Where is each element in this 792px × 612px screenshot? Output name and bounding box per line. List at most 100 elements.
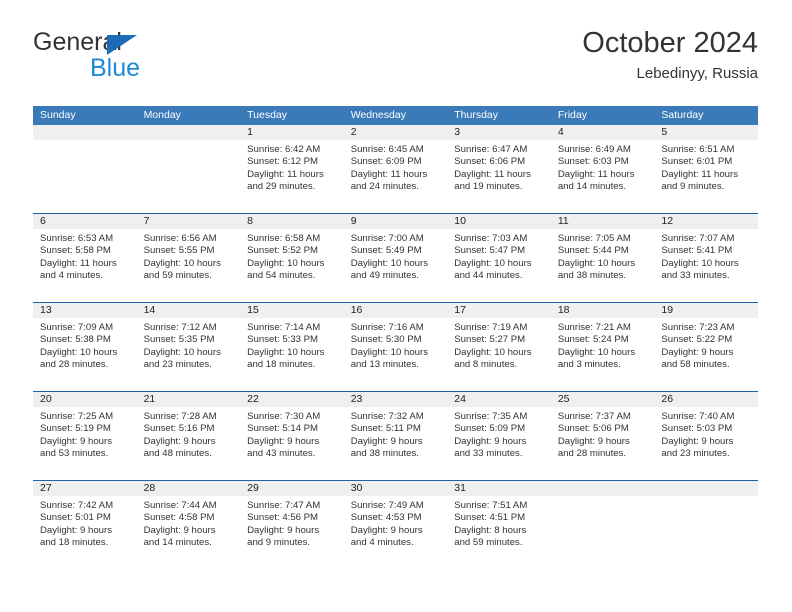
calendar-day-cell[interactable]: 13 Sunrise: 7:09 AM Sunset: 5:38 PM Dayligh… — [33, 302, 137, 392]
general-blue-logo[interactable]: General Blue — [33, 28, 253, 90]
sunset-time: Sunset: 5:41 PM — [661, 245, 733, 257]
day-cell-content: 6 Sunrise: 6:53 AM Sunset: 5:58 PM Daylight… — [33, 214, 137, 302]
calendar-day-cell[interactable]: 25 Sunrise: 7:37 AM Sunset: 5:06 PM Dayligh… — [550, 391, 655, 481]
day-number: 16 — [343, 303, 448, 318]
calendar-day-cell[interactable]: 8 Sunrise: 6:58 AM Sunset: 5:52 PM Daylight… — [240, 213, 344, 303]
sunrise-time: Sunrise: 7:51 AM — [454, 500, 528, 511]
calendar-day-cell[interactable]: 20 Sunrise: 7:25 AM Sunset: 5:19 PM Dayligh… — [33, 391, 137, 481]
sunrise-time: Sunrise: 7:03 AM — [454, 233, 528, 244]
sunset-time: Sunset: 6:09 PM — [350, 156, 422, 168]
calendar-day-cell[interactable]: 6 Sunrise: 6:53 AM Sunset: 5:58 PM Daylight… — [33, 213, 137, 303]
day-sun-info: Sunrise: 6:49 AM Sunset: 6:03 PM Daylight:… — [551, 140, 655, 194]
sunset-time: Sunset: 5:35 PM — [143, 334, 215, 346]
day-sun-info: Sunrise: 7:00 AM Sunset: 5:49 PM Daylight:… — [344, 229, 448, 283]
sunset-time: Sunset: 5:58 PM — [40, 245, 111, 257]
calendar-day-cell[interactable]: 9 Sunrise: 7:00 AM Sunset: 5:49 PM Daylight… — [343, 213, 448, 303]
daylight-duration-line1: Daylight: 11 hours — [454, 168, 531, 180]
calendar-day-cell[interactable]: 26 Sunrise: 7:40 AM Sunset: 5:03 PM Dayligh… — [654, 391, 758, 481]
daylight-duration-line2: and 9 minutes. — [661, 181, 725, 193]
calendar-day-cell[interactable]: 31 Sunrise: 7:51 AM Sunset: 4:51 PM Dayligh… — [447, 480, 551, 569]
calendar-day-cell[interactable]: 4 Sunrise: 6:49 AM Sunset: 6:03 PM Daylight… — [550, 125, 655, 214]
day-number: 24 — [447, 392, 551, 407]
calendar-day-cell[interactable]: 12 Sunrise: 7:07 AM Sunset: 5:41 PM Dayligh… — [654, 213, 758, 303]
calendar-day-cell[interactable]: 23 Sunrise: 7:32 AM Sunset: 5:11 PM Dayligh… — [343, 391, 448, 481]
daylight-duration-line2: and 43 minutes. — [247, 448, 316, 460]
sunrise-time: Sunrise: 7:16 AM — [350, 322, 424, 333]
calendar-day-cell[interactable]: 16 Sunrise: 7:16 AM Sunset: 5:30 PM Dayligh… — [343, 302, 448, 392]
daylight-duration-line2: and 28 minutes. — [557, 448, 627, 460]
calendar-day-cell[interactable]: 11 Sunrise: 7:05 AM Sunset: 5:44 PM Dayligh… — [550, 213, 655, 303]
daylight-duration-line1: Daylight: 9 hours — [247, 435, 320, 447]
day-sun-info: Sunrise: 7:47 AM Sunset: 4:56 PM Daylight:… — [240, 496, 344, 550]
day-number: 17 — [447, 303, 551, 318]
sunrise-time: Sunrise: 7:40 AM — [661, 411, 735, 422]
calendar-day-cell[interactable]: 30 Sunrise: 7:49 AM Sunset: 4:53 PM Dayligh… — [343, 480, 448, 569]
daylight-duration-line2: and 14 minutes. — [143, 537, 212, 549]
daylight-duration-line1: Daylight: 11 hours — [557, 168, 635, 180]
daylight-duration-line1: Daylight: 10 hours — [350, 257, 429, 269]
calendar-day-cell[interactable]: 1 Sunrise: 6:42 AM Sunset: 6:12 PM Daylight… — [240, 125, 344, 214]
calendar-day-cell[interactable]: 2 Sunrise: 6:45 AM Sunset: 6:09 PM Daylight… — [343, 125, 448, 214]
day-cell-content: 20 Sunrise: 7:25 AM Sunset: 5:19 PM Dayligh… — [33, 392, 137, 480]
calendar-day-cell[interactable]: 10 Sunrise: 7:03 AM Sunset: 5:47 PM Dayligh… — [447, 213, 551, 303]
sunrise-time: Sunrise: 6:53 AM — [40, 233, 114, 244]
sunrise-time: Sunrise: 6:56 AM — [143, 233, 217, 244]
day-cell-content: 8 Sunrise: 6:58 AM Sunset: 5:52 PM Daylight… — [240, 214, 344, 302]
sunrise-time: Sunrise: 7:14 AM — [247, 322, 321, 333]
sunset-time: Sunset: 5:22 PM — [661, 334, 733, 346]
day-cell-content: 18 Sunrise: 7:21 AM Sunset: 5:24 PM Dayligh… — [550, 303, 655, 391]
calendar-day-cell[interactable]: 27 Sunrise: 7:42 AM Sunset: 5:01 PM Dayligh… — [33, 480, 137, 569]
calendar-day-cell[interactable]: 7 Sunrise: 6:56 AM Sunset: 5:55 PM Daylight… — [136, 213, 241, 303]
sunset-time: Sunset: 5:09 PM — [454, 423, 526, 435]
day-sun-info: Sunrise: 7:19 AM Sunset: 5:27 PM Daylight:… — [447, 318, 551, 372]
calendar-day-cell[interactable]: 17 Sunrise: 7:19 AM Sunset: 5:27 PM Dayligh… — [447, 302, 551, 392]
page-subtitle: Lebedinyy, Russia — [636, 65, 758, 82]
day-sun-info: Sunrise: 7:28 AM Sunset: 5:16 PM Daylight:… — [137, 407, 241, 461]
calendar-day-cell[interactable]: 19 Sunrise: 7:23 AM Sunset: 5:22 PM Dayligh… — [654, 302, 758, 392]
calendar-day-cell[interactable]: 5 Sunrise: 6:51 AM Sunset: 6:01 PM Daylight… — [654, 125, 758, 214]
weekday-header-friday: Friday — [550, 106, 655, 125]
calendar-day-cell[interactable]: 22 Sunrise: 7:30 AM Sunset: 5:14 PM Dayligh… — [240, 391, 344, 481]
weekday-header-saturday: Saturday — [654, 106, 758, 125]
daylight-duration-line2: and 18 minutes. — [40, 537, 109, 549]
logo-text-blue: Blue — [90, 54, 141, 82]
day-cell-content: 16 Sunrise: 7:16 AM Sunset: 5:30 PM Dayligh… — [343, 303, 448, 391]
daylight-duration-line1: Daylight: 10 hours — [247, 257, 325, 269]
day-cell-content: 14 Sunrise: 7:12 AM Sunset: 5:35 PM Dayligh… — [136, 303, 241, 391]
sunset-time: Sunset: 6:12 PM — [247, 156, 319, 168]
page-title: October 2024 — [582, 27, 758, 59]
day-sun-info: Sunrise: 7:40 AM Sunset: 5:03 PM Daylight:… — [654, 407, 758, 461]
title-block: October 2024 Lebedinyy, Russia — [582, 24, 758, 85]
calendar-day-cell[interactable]: 18 Sunrise: 7:21 AM Sunset: 5:24 PM Dayligh… — [550, 302, 655, 392]
day-sun-info: Sunrise: 6:47 AM Sunset: 6:06 PM Daylight:… — [447, 140, 551, 194]
sunrise-time: Sunrise: 7:09 AM — [40, 322, 114, 333]
daylight-duration-line1: Daylight: 10 hours — [557, 257, 636, 269]
sunset-time: Sunset: 5:24 PM — [557, 334, 629, 346]
calendar-day-cell[interactable]: 14 Sunrise: 7:12 AM Sunset: 5:35 PM Dayligh… — [136, 302, 241, 392]
sunrise-time: Sunrise: 6:49 AM — [557, 144, 631, 155]
day-number: 19 — [654, 303, 758, 318]
day-cell-content: 22 Sunrise: 7:30 AM Sunset: 5:14 PM Dayligh… — [240, 392, 344, 480]
day-number: 21 — [136, 392, 241, 407]
daylight-duration-line1: Daylight: 9 hours — [350, 435, 423, 447]
sunrise-time: Sunrise: 7:28 AM — [143, 411, 217, 422]
daylight-duration-line2: and 23 minutes. — [143, 359, 212, 371]
weekday-header-row: Sunday Monday Tuesday Wednesday Thursday… — [33, 106, 758, 125]
day-number: 9 — [343, 214, 448, 229]
day-cell-content: 25 Sunrise: 7:37 AM Sunset: 5:06 PM Dayligh… — [550, 392, 655, 480]
calendar-day-cell[interactable]: 29 Sunrise: 7:47 AM Sunset: 4:56 PM Dayligh… — [240, 480, 344, 569]
day-cell-content: 12 Sunrise: 7:07 AM Sunset: 5:41 PM Dayligh… — [654, 214, 758, 302]
day-cell-content: 29 Sunrise: 7:47 AM Sunset: 4:56 PM Dayligh… — [240, 481, 344, 569]
day-sun-info: Sunrise: 7:49 AM Sunset: 4:53 PM Daylight:… — [344, 496, 448, 550]
calendar-day-cell[interactable]: 21 Sunrise: 7:28 AM Sunset: 5:16 PM Dayligh… — [136, 391, 241, 481]
sunset-time: Sunset: 5:47 PM — [454, 245, 526, 257]
sunset-time: Sunset: 6:03 PM — [557, 156, 629, 168]
daylight-duration-line1: Daylight: 10 hours — [143, 257, 221, 269]
calendar-day-cell[interactable]: 15 Sunrise: 7:14 AM Sunset: 5:33 PM Dayligh… — [240, 302, 344, 392]
day-sun-info: Sunrise: 7:42 AM Sunset: 5:01 PM Daylight:… — [33, 496, 137, 550]
weekday-header-monday: Monday — [136, 106, 241, 125]
calendar-day-cell[interactable]: 3 Sunrise: 6:47 AM Sunset: 6:06 PM Daylight… — [447, 125, 551, 214]
calendar-day-cell[interactable]: 28 Sunrise: 7:44 AM Sunset: 4:58 PM Dayligh… — [136, 480, 241, 569]
calendar-day-cell[interactable]: 24 Sunrise: 7:35 AM Sunset: 5:09 PM Dayligh… — [447, 391, 551, 481]
day-number: 2 — [343, 125, 448, 140]
